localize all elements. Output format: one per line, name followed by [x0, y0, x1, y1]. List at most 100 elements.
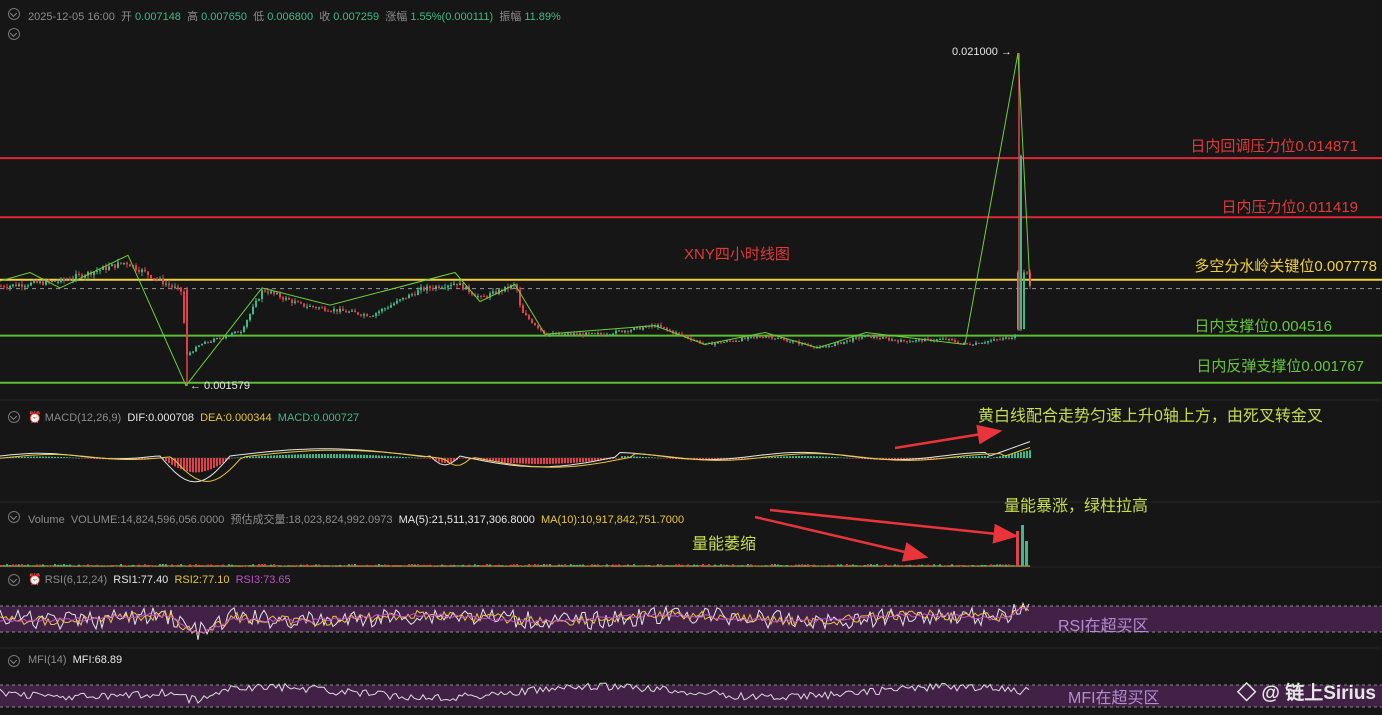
candle-body	[435, 286, 437, 289]
candle-body	[666, 327, 668, 330]
volume-bar	[300, 564, 302, 566]
macd-bar	[306, 454, 308, 458]
candle-body	[162, 278, 164, 285]
candle-body	[462, 283, 464, 290]
volume-bar	[696, 564, 698, 566]
candle-body	[597, 333, 599, 335]
candle-body	[12, 284, 14, 286]
candle-body	[606, 334, 608, 336]
volume-bar	[435, 565, 437, 566]
volume-bar	[210, 564, 212, 566]
volume-bar	[603, 565, 605, 567]
volume-bar	[990, 564, 992, 566]
candle-body	[405, 297, 407, 299]
candle-body	[600, 333, 602, 335]
high-value: 0.007650	[201, 11, 248, 23]
volume-bar	[777, 564, 779, 566]
candle-body	[111, 264, 113, 267]
volume-bar	[591, 564, 593, 566]
candle-body	[453, 283, 455, 286]
candle-body	[294, 301, 296, 303]
macd-dif: DIF:0.000708	[127, 412, 194, 424]
volume-bar	[207, 564, 209, 566]
volume-bar	[48, 565, 50, 567]
macd-bar	[807, 456, 809, 458]
candle-body	[840, 342, 842, 344]
volume-collapse-icon[interactable]	[8, 511, 20, 523]
volume-bar	[747, 564, 749, 566]
macd-bar	[15, 457, 17, 458]
volume-bar	[456, 565, 458, 567]
volume-bar	[486, 564, 488, 566]
volume-bar	[711, 565, 713, 566]
volume-bar	[117, 565, 119, 567]
macd-bar	[381, 455, 383, 458]
candle-body	[192, 351, 194, 353]
volume-bar	[156, 565, 158, 567]
macd-bar	[960, 456, 962, 458]
candle-body	[888, 338, 890, 341]
volume-bar	[717, 565, 719, 566]
volume-bar	[321, 565, 323, 567]
volume-bar	[750, 564, 752, 566]
macd-bar	[957, 457, 959, 458]
volume-bar	[663, 565, 665, 566]
candle-body	[279, 293, 281, 298]
macd-bar	[639, 456, 641, 458]
macd-bar	[378, 455, 380, 458]
candle-body	[1020, 155, 1022, 330]
macd-bar	[837, 457, 839, 458]
volume-bar	[177, 564, 179, 566]
rsi-alarm-icon[interactable]: ⏰	[28, 574, 42, 586]
volume-bar	[324, 565, 326, 566]
macd-arrow	[894, 424, 1003, 450]
macd-bar	[840, 457, 842, 458]
collapse-toggle-icon[interactable]	[8, 8, 20, 20]
candle-body	[414, 294, 416, 296]
macd-collapse-icon[interactable]	[8, 411, 20, 423]
candle-body	[135, 265, 137, 270]
macd-bar	[204, 458, 206, 472]
candle-body	[180, 287, 182, 292]
volume-bar	[405, 565, 407, 567]
volume-bar	[861, 565, 863, 566]
candle-body	[297, 301, 299, 303]
macd-bar	[459, 458, 461, 459]
candle-body	[231, 333, 233, 336]
macd-bar	[657, 457, 659, 459]
macd-bar	[189, 458, 191, 472]
volume-bar	[825, 565, 827, 566]
candle-body	[873, 336, 875, 338]
macd-bar	[255, 456, 257, 458]
macd-bar	[60, 457, 62, 458]
volume-bar	[288, 565, 290, 566]
macd-bar	[852, 458, 854, 459]
rsi-annotation: RSI在超买区	[1058, 618, 1149, 635]
candle-body	[678, 332, 680, 334]
candle-body	[261, 290, 263, 299]
volume-bar	[981, 565, 983, 566]
volume-bar	[519, 565, 521, 567]
candle-body	[978, 342, 980, 344]
macd-bar	[27, 456, 29, 458]
open-label: 开	[120, 11, 132, 23]
volume-bar	[999, 564, 1001, 566]
expand-toggle-icon[interactable]	[8, 28, 20, 40]
candle-body	[576, 333, 578, 335]
alarm-icon[interactable]: ⏰	[28, 412, 42, 424]
volume-legend: Volume VOLUME:14,824,596,056.0000 预估成交量:…	[28, 511, 684, 527]
rsi-collapse-icon[interactable]	[8, 574, 20, 586]
volume-bar	[66, 564, 68, 566]
candle-body	[567, 333, 569, 335]
macd-bar	[342, 454, 344, 458]
macd-bar	[291, 454, 293, 458]
volume-bar	[798, 564, 800, 566]
macd-bar	[786, 456, 788, 458]
candle-body	[429, 286, 431, 289]
volume-bar	[81, 565, 83, 567]
candle-body	[993, 339, 995, 341]
macd-bar	[516, 458, 518, 464]
macd-bar	[396, 456, 398, 458]
mfi-collapse-icon[interactable]	[8, 655, 20, 667]
volume-bar	[282, 565, 284, 566]
